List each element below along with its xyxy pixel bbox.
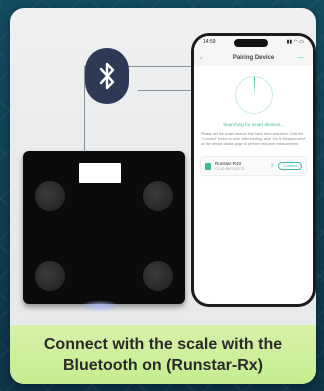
- dynamic-island: [234, 39, 268, 47]
- electrode-pad: [143, 181, 173, 211]
- electrode-pad: [35, 181, 65, 211]
- caption-line-2: Bluetooth on (Runstar-Rx): [63, 356, 263, 374]
- phone: 14:59 ▮▮ ◠ ▭ ‹ Pairing Device ⋯ Searchin…: [191, 33, 316, 307]
- electrode-pad: [35, 261, 65, 291]
- help-text: Please set the smart devices that have b…: [201, 132, 306, 146]
- caption: Connect with the scale with the Bluetoot…: [10, 325, 316, 384]
- status-indicators: ▮▮ ◠ ▭: [286, 39, 304, 45]
- promo-card: 14:59 ▮▮ ◠ ▭ ‹ Pairing Device ⋯ Searchin…: [10, 8, 316, 384]
- more-icon[interactable]: ⋯: [297, 54, 307, 62]
- connect-button[interactable]: Connect: [277, 162, 302, 170]
- search-radar: [234, 76, 273, 114]
- caption-line-1: Connect with the scale with the: [43, 335, 283, 353]
- back-icon[interactable]: ‹: [200, 55, 210, 62]
- bluetooth-mini-icon: ᛒ: [270, 163, 274, 169]
- searching-status: Searching for smart devices...: [223, 122, 284, 127]
- device-list-item[interactable]: Runstar-R10 C3:10:0B:F3:0D:7D ᛒ Connect: [201, 157, 306, 175]
- phone-screen: 14:59 ▮▮ ◠ ▭ ‹ Pairing Device ⋯ Searchin…: [194, 36, 313, 304]
- device-mac: C3:10:0B:F3:0D:7D: [215, 167, 245, 171]
- device-name: Runstar-R10: [215, 161, 242, 166]
- bluetooth-icon: [85, 48, 129, 104]
- page-title: Pairing Device: [232, 55, 275, 61]
- status-time: 14:59: [203, 39, 216, 45]
- scale-display: [79, 163, 121, 183]
- scale-device-icon: [205, 162, 211, 170]
- electrode-pad: [143, 261, 173, 291]
- app-header: ‹ Pairing Device ⋯: [194, 50, 313, 66]
- smart-scale: [23, 151, 185, 304]
- scale-glow: [80, 300, 120, 312]
